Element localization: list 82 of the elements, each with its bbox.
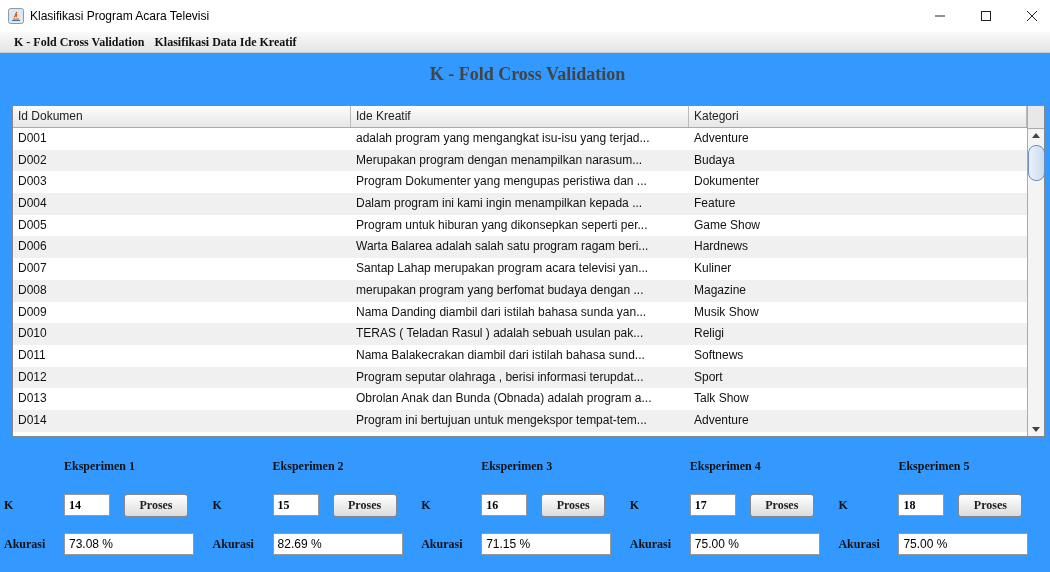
table-cell-text: Musik Show bbox=[693, 303, 760, 321]
k-field[interactable]: 16 bbox=[481, 494, 528, 516]
table-cell-text: Feature bbox=[693, 195, 737, 213]
table-cell-text: D003 bbox=[17, 173, 48, 191]
table-cell-text: Hardnews bbox=[693, 238, 750, 256]
table-cell-text: Merupakan program dengan menampilkan narasum... bbox=[355, 151, 644, 169]
table-cell-text: D008 bbox=[17, 281, 48, 299]
table-cell-text: Talk Show bbox=[693, 390, 750, 408]
table-cell-text: D011 bbox=[17, 346, 47, 364]
table-cell-text: Program Dokumenter yang mengupas peristiwa dan ... bbox=[355, 173, 648, 191]
table-cell-text: Game Show bbox=[693, 216, 762, 234]
table-cell-text: D002 bbox=[17, 151, 48, 169]
column-header[interactable]: Ide Kreatif bbox=[351, 106, 689, 127]
table-cell-text: D004 bbox=[17, 195, 48, 213]
table-cell-text: D001 bbox=[17, 130, 48, 147]
experiment-title: Eksperimen 4 bbox=[688, 459, 762, 475]
k-field[interactable]: 14 bbox=[64, 494, 110, 516]
table-cell-text: adalah program yang mengangkat isu-isu yang terjad... bbox=[355, 130, 651, 147]
k-label: K bbox=[628, 497, 641, 513]
table-cell-text: merupakan program yang berfomat budaya dengan ... bbox=[355, 281, 645, 299]
scrollbar-thumb[interactable] bbox=[1028, 145, 1045, 181]
menu-item[interactable]: Klasifikasi Data Ide Kreatif bbox=[154, 34, 297, 50]
menu-item[interactable]: K - Fold Cross Validation bbox=[14, 34, 145, 50]
accuracy-label: Akurasi bbox=[837, 536, 881, 552]
table-cell-text: Budaya bbox=[693, 151, 736, 169]
table-cell-text: D014 bbox=[17, 411, 48, 429]
table-cell-text: TERAS ( Teladan Rasul ) adalah sebuah usulan pak... bbox=[355, 325, 645, 343]
table-cell-text: Warta Balarea adalah salah satu program ragam beri... bbox=[355, 238, 650, 256]
table-cell-text: Adventure bbox=[693, 411, 750, 429]
process-button[interactable]: Proses bbox=[958, 493, 1023, 517]
table-cell-text: Program ini bertujuan untuk mengekspor tempat-tem... bbox=[355, 411, 648, 429]
k-label: K bbox=[837, 497, 849, 513]
experiment-title: Eksperimen 5 bbox=[897, 459, 971, 475]
table-cell-text: D010 bbox=[17, 325, 48, 343]
accuracy-label: Akurasi bbox=[420, 536, 464, 552]
panel-heading: K - Fold Cross Validation bbox=[428, 63, 627, 86]
table-cell-text: Nama Danding diambil dari istilah bahasa sunda yan... bbox=[355, 303, 648, 321]
accuracy-field[interactable]: 82.69 % bbox=[272, 533, 403, 555]
table-cell-text: D006 bbox=[17, 238, 48, 256]
column-header[interactable]: Id Dokumen bbox=[13, 106, 351, 127]
table-cell-text: Dokumenter bbox=[693, 173, 761, 191]
table-cell-text: Program untuk hiburan yang dikonsepkan seperti per... bbox=[355, 216, 649, 234]
close-icon[interactable] bbox=[1026, 10, 1038, 22]
table-cell-text: D007 bbox=[17, 260, 48, 278]
table-cell-text: Nama Balakecrakan diambil dari istilah bahasa sund... bbox=[355, 346, 646, 364]
table-cell-text: Kuliner bbox=[693, 260, 733, 278]
process-button[interactable]: Proses bbox=[124, 493, 188, 517]
accuracy-field[interactable]: 75.00 % bbox=[689, 533, 820, 555]
table-cell-text: D005 bbox=[17, 216, 48, 234]
accuracy-label: Akurasi bbox=[3, 536, 47, 552]
experiment-title: Eksperimen 1 bbox=[63, 459, 136, 475]
process-button[interactable]: Proses bbox=[332, 493, 397, 517]
table-cell-text: Magazine bbox=[693, 281, 748, 299]
accuracy-label: Akurasi bbox=[628, 536, 673, 552]
accuracy-field[interactable]: 75.00 % bbox=[898, 533, 1029, 555]
table-cell-text: D009 bbox=[17, 303, 48, 321]
table-cell-text: Dalam program ini kami ingin menampilkan kepada ... bbox=[355, 195, 644, 213]
k-label: K bbox=[3, 497, 15, 513]
table-cell-text: Program seputar olahraga , berisi informasi terupdat... bbox=[355, 368, 645, 386]
accuracy-label: Akurasi bbox=[211, 536, 255, 552]
k-field[interactable]: 15 bbox=[272, 494, 319, 516]
table-cell-text: Softnews bbox=[693, 346, 745, 364]
table-cell-text: Santap Lahap merupakan program acara televisi yan... bbox=[355, 260, 650, 278]
table-cell-text: D013 bbox=[17, 390, 48, 408]
k-field[interactable]: 18 bbox=[898, 494, 945, 516]
accuracy-field[interactable]: 73.08 % bbox=[64, 533, 194, 555]
maximize-icon[interactable] bbox=[980, 10, 992, 22]
table-cell-text: Religi bbox=[693, 325, 725, 343]
table-cell-text: D012 bbox=[17, 368, 48, 386]
window-title: Klasifikasi Program Acara Televisi bbox=[30, 9, 210, 23]
experiment-title: Eksperimen 3 bbox=[480, 459, 554, 475]
k-label: K bbox=[211, 497, 223, 513]
table-cell-text: Adventure bbox=[693, 130, 750, 147]
app-icon bbox=[8, 8, 24, 24]
experiment-title: Eksperimen 2 bbox=[271, 459, 345, 475]
accuracy-field[interactable]: 71.15 % bbox=[481, 533, 612, 555]
process-button[interactable]: Proses bbox=[749, 493, 814, 517]
k-label: K bbox=[420, 497, 432, 513]
k-field[interactable]: 17 bbox=[689, 494, 736, 516]
table-cell-text: Obrolan Anak dan Bunda (Obnada) adalah program a... bbox=[355, 390, 653, 408]
process-button[interactable]: Proses bbox=[541, 493, 606, 517]
table-cell-text: Sport bbox=[693, 368, 724, 386]
